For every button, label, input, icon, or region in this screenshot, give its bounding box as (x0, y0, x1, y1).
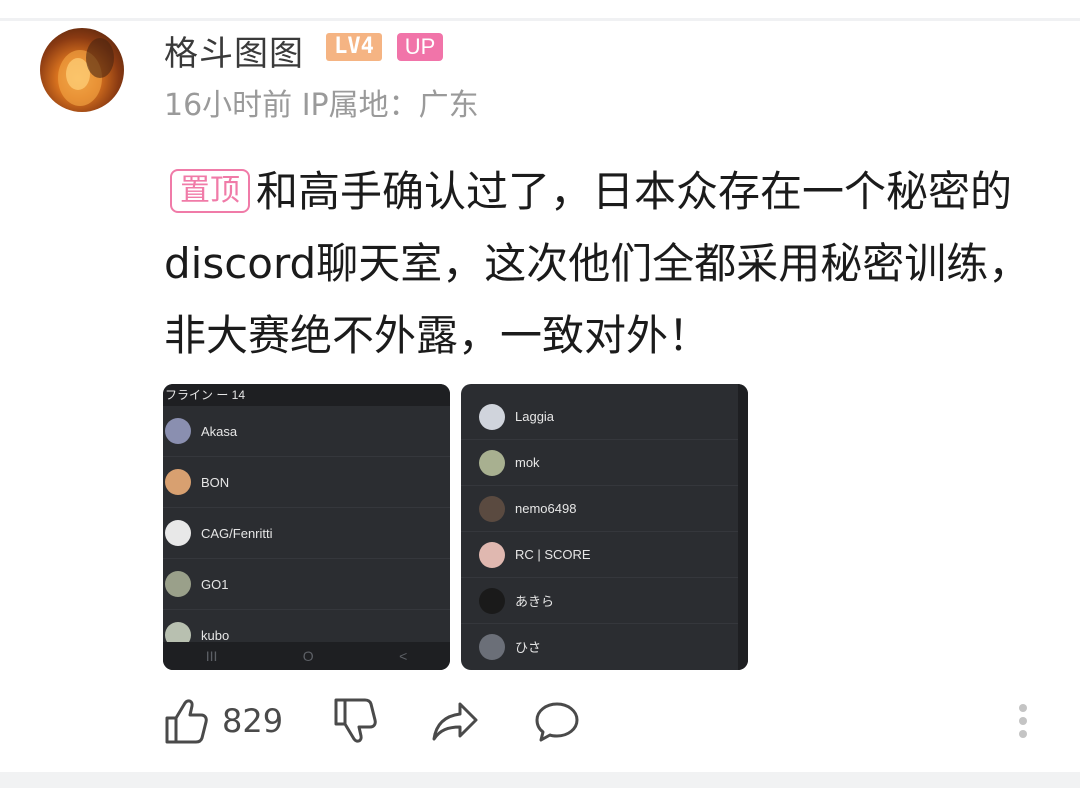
comment-icon[interactable] (534, 696, 580, 750)
content-line-2: discord聊天室，这次他们全都采用秘密训练， (164, 239, 1031, 288)
thumb-up-icon[interactable] (163, 696, 209, 750)
member-name: BON (201, 474, 230, 490)
more-icon[interactable] (1016, 704, 1030, 744)
member-name: mok (515, 455, 540, 470)
share-icon[interactable] (432, 696, 480, 750)
member-avatar (479, 495, 505, 522)
scrollbar-track (738, 384, 748, 670)
member-name: あきら (515, 594, 555, 609)
android-navbar: III O < (163, 642, 450, 670)
member-name: CAG/Fenritti (201, 525, 273, 541)
member-name: kubo (201, 627, 230, 643)
member-row: Akasa (163, 406, 450, 457)
pin-badge: 置顶 (170, 169, 250, 213)
post-meta: 16小时前 IP属地：广东 (164, 88, 479, 123)
top-divider (0, 18, 1080, 21)
member-row: BON (163, 457, 450, 508)
member-avatar (479, 587, 505, 614)
content-line-3: 非大赛绝不外露，一致对外！ (164, 311, 711, 360)
up-badge: UP (397, 33, 443, 61)
member-avatar (165, 469, 191, 495)
member-row: あきら (461, 578, 738, 624)
member-row: RC | SCORE (461, 532, 738, 578)
member-row: GO1 (163, 559, 450, 610)
member-row: nemo6498 (461, 486, 738, 532)
member-row: mok (461, 440, 738, 486)
discord-icon (479, 633, 505, 660)
member-avatar (165, 520, 191, 546)
member-row: Laggia (461, 394, 738, 440)
home-icon: O (302, 648, 314, 664)
attached-image-1[interactable]: フライン ー 14 Akasa BON CAG/Fenritti GO1 kub… (163, 384, 450, 670)
member-name: RC | SCORE (515, 547, 591, 562)
attached-image-2[interactable]: Laggia mok nemo6498 RC | SCORE あきら ひさ (461, 384, 748, 670)
member-avatar (479, 403, 505, 430)
member-name: Akasa (201, 423, 238, 439)
member-name: GO1 (201, 576, 229, 592)
member-avatar (165, 418, 191, 444)
action-bar: 829 (0, 696, 1080, 752)
member-row: ひさ (461, 624, 738, 669)
back-icon: < (399, 648, 408, 664)
shot1-header: フライン ー 14 (163, 384, 450, 406)
member-avatar (479, 449, 505, 476)
member-avatar (479, 541, 505, 568)
username[interactable]: 格斗图图 (164, 26, 304, 75)
member-avatar (165, 571, 191, 597)
user-avatar[interactable] (40, 28, 124, 112)
recent-apps-icon: III (205, 648, 218, 664)
like-count: 829 (222, 702, 284, 740)
level-badge: LV4 (326, 33, 382, 61)
member-name: nemo6498 (515, 501, 577, 516)
member-name: ひさ (515, 640, 542, 655)
member-row: CAG/Fenritti (163, 508, 450, 559)
thumb-down-icon[interactable] (332, 696, 378, 750)
bottom-separator (0, 772, 1080, 788)
member-name: Laggia (515, 409, 555, 424)
post-content: 置顶 和高手确认过了，日本众存在一个秘密的 discord聊天室，这次他们全都采用… (164, 156, 1044, 372)
content-line-1: 和高手确认过了，日本众存在一个秘密的 (256, 167, 1013, 216)
